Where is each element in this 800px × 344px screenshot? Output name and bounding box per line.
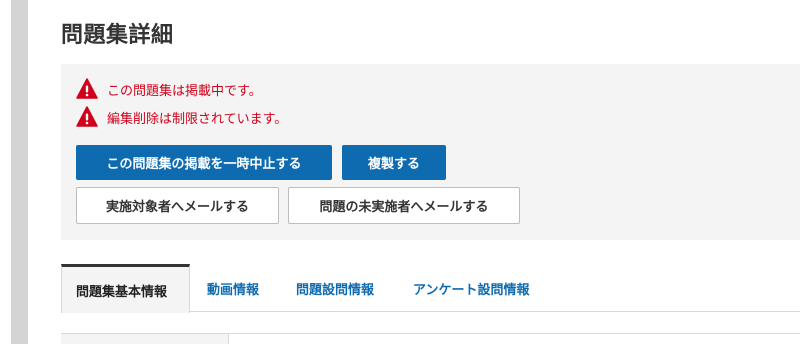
- warning-icon: [76, 106, 98, 128]
- mail-targets-button[interactable]: 実施対象者へメールする: [76, 187, 279, 224]
- details-label-cell: [61, 334, 229, 344]
- warning-notice-restricted: 編集削除は制限されています。: [76, 106, 287, 128]
- tab-video-info[interactable]: 動画情報: [207, 264, 259, 312]
- page-title: 問題集詳細: [61, 23, 174, 48]
- duplicate-button[interactable]: 複製する: [342, 145, 446, 180]
- tab-question-info[interactable]: 問題設問情報: [296, 264, 374, 312]
- mail-unfinished-button[interactable]: 問題の未実施者へメールする: [288, 187, 520, 224]
- tab-basic-info[interactable]: 問題集基本情報: [61, 264, 190, 313]
- tab-bar: 問題集基本情報 動画情報 問題設問情報 アンケート設問情報: [61, 264, 800, 313]
- left-rail: [0, 0, 11, 344]
- suspend-publishing-button[interactable]: この問題集の掲載を一時中止する: [76, 145, 332, 180]
- warning-notice-published: この問題集は掲載中です。: [76, 78, 262, 100]
- warning-text: 編集削除は制限されています。: [107, 111, 288, 127]
- warning-text: この問題集は掲載中です。: [107, 83, 262, 99]
- notice-panel: この問題集は掲載中です。 編集削除は制限されています。 この問題集の掲載を一時中…: [61, 64, 800, 240]
- warning-icon: [76, 78, 98, 100]
- left-sidebar-bar: [11, 0, 28, 344]
- tab-survey-info[interactable]: アンケート設問情報: [413, 264, 529, 312]
